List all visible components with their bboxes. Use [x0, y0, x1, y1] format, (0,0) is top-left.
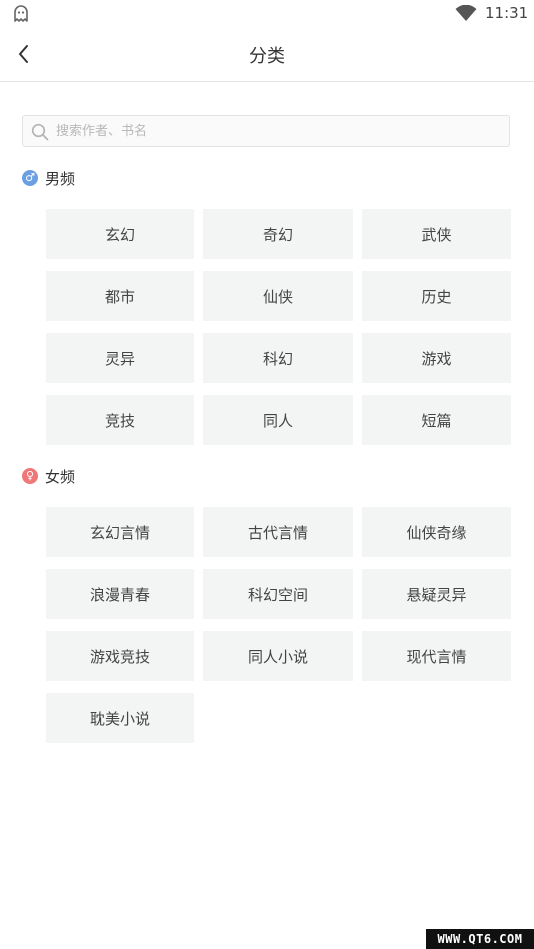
category-item[interactable]: 现代言情 [362, 631, 511, 681]
category-grid-male: 玄幻 奇幻 武侠 都市 仙侠 历史 灵异 科幻 游戏 竞技 同人 短篇 [46, 209, 512, 445]
category-item[interactable]: 玄幻言情 [46, 507, 194, 557]
section-header-female: ♀ 女频 [22, 466, 75, 486]
category-item[interactable]: 悬疑灵异 [362, 569, 511, 619]
category-grid-female: 玄幻言情 古代言情 仙侠奇缘 浪漫青春 科幻空间 悬疑灵异 游戏竞技 同人小说 … [46, 507, 512, 743]
ghost-notification-icon [14, 5, 28, 22]
category-item[interactable]: 仙侠奇缘 [362, 507, 511, 557]
category-item[interactable]: 武侠 [362, 209, 511, 259]
category-item[interactable]: 科幻 [203, 333, 353, 383]
category-item[interactable]: 玄幻 [46, 209, 194, 259]
section-header-male: ♂ 男频 [22, 168, 75, 188]
category-item[interactable]: 短篇 [362, 395, 511, 445]
category-item[interactable]: 都市 [46, 271, 194, 321]
category-item[interactable]: 耽美小说 [46, 693, 194, 743]
female-symbol-icon: ♀ [22, 468, 38, 484]
page-title: 分类 [249, 46, 285, 67]
category-item[interactable]: 游戏 [362, 333, 511, 383]
section-label-female: 女频 [45, 467, 76, 486]
search-input[interactable] [56, 116, 496, 146]
category-item[interactable]: 历史 [362, 271, 511, 321]
male-symbol-icon: ♂ [22, 170, 38, 186]
wifi-icon [455, 5, 477, 21]
section-label-male: 男频 [45, 169, 76, 188]
category-item[interactable]: 灵异 [46, 333, 194, 383]
nav-bar: 分类 [0, 28, 534, 82]
site-watermark: WWW.QT6.COM [426, 929, 534, 949]
category-item[interactable]: 竞技 [46, 395, 194, 445]
category-item[interactable]: 科幻空间 [203, 569, 353, 619]
category-item[interactable]: 浪漫青春 [46, 569, 194, 619]
category-item[interactable]: 古代言情 [203, 507, 353, 557]
category-item[interactable]: 仙侠 [203, 271, 353, 321]
status-time: 11:31 [485, 4, 529, 22]
search-box[interactable] [22, 115, 510, 147]
category-item[interactable]: 奇幻 [203, 209, 353, 259]
category-item[interactable]: 游戏竞技 [46, 631, 194, 681]
category-item[interactable]: 同人小说 [203, 631, 353, 681]
status-bar: 11:31 [0, 0, 534, 28]
search-icon [31, 123, 49, 141]
category-item[interactable]: 同人 [203, 395, 353, 445]
